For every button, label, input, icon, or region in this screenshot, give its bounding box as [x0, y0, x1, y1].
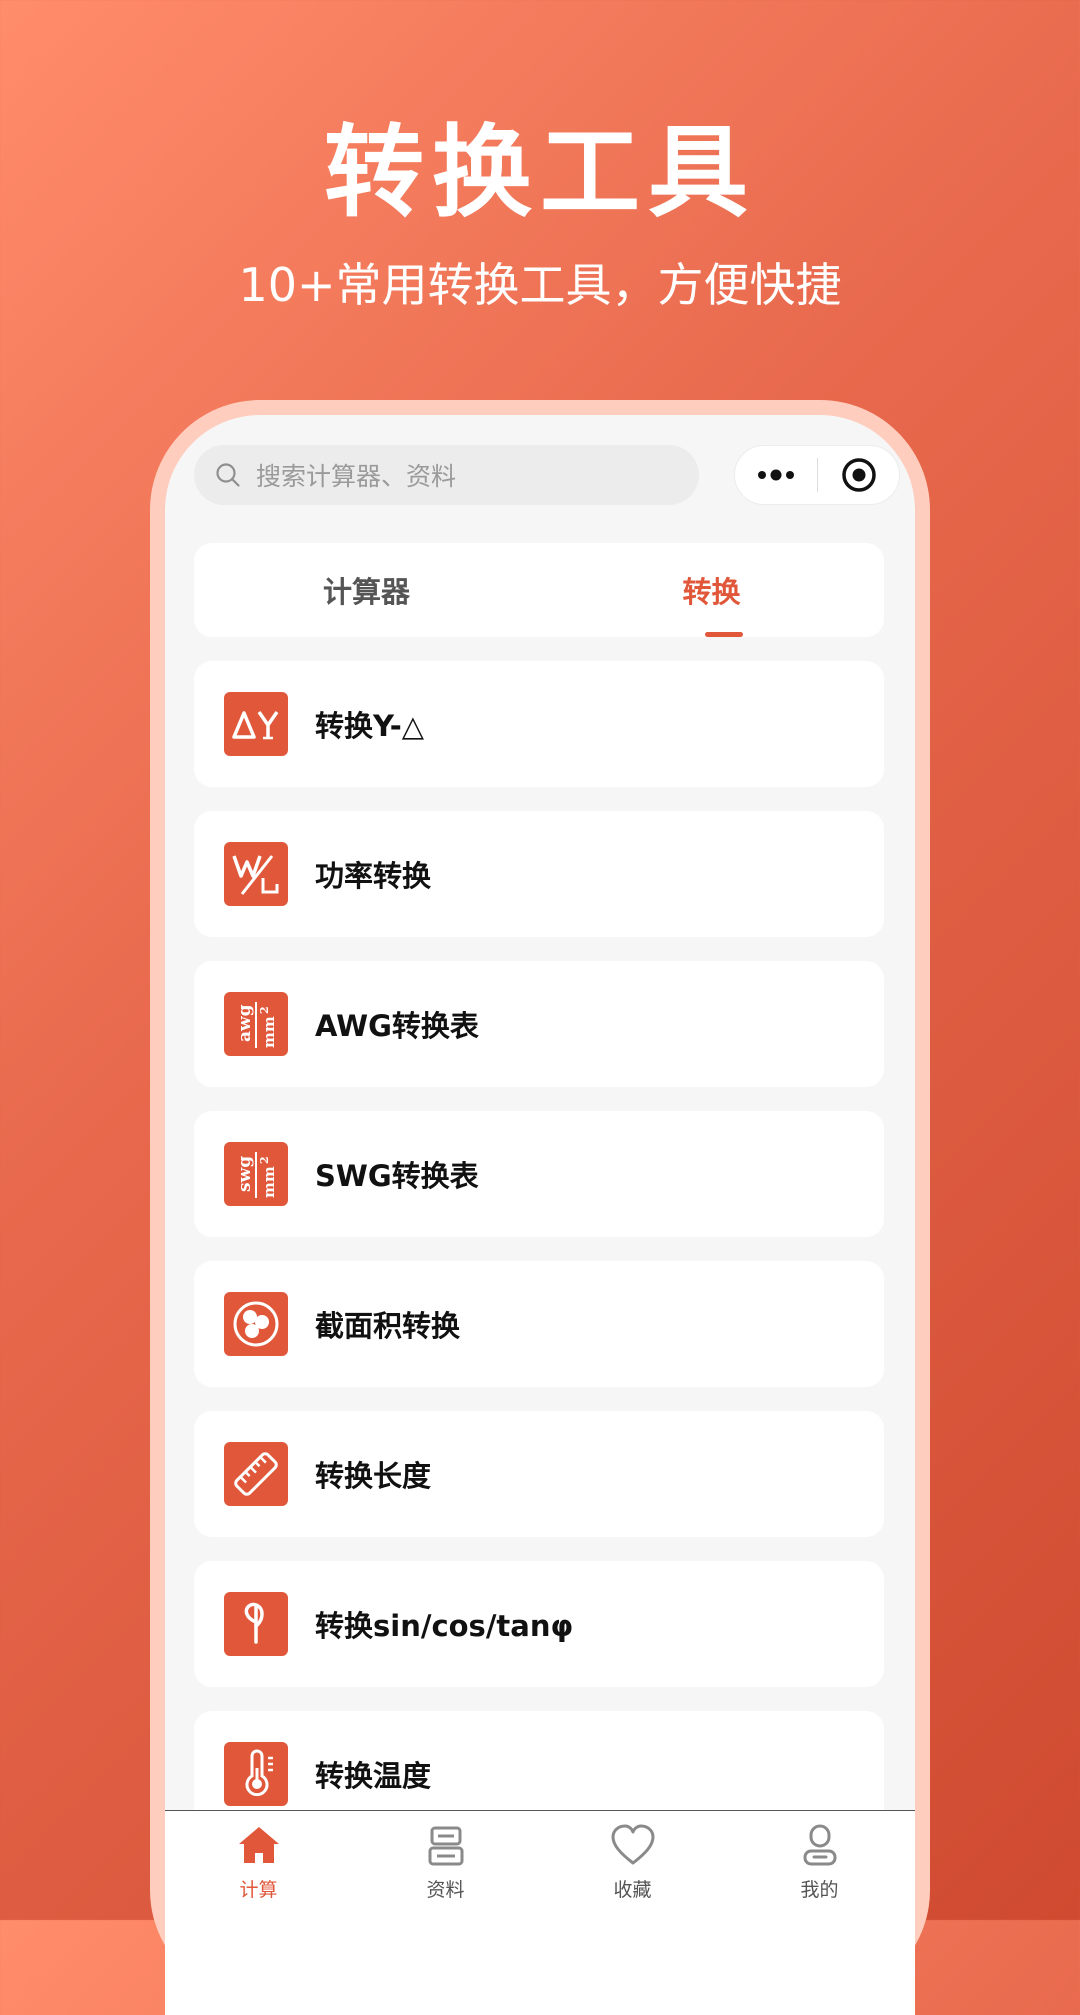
converter-list: 转换Y-△ 功率转换 awg mm 2 AWG转换表 swg mm 2 SWG转…: [194, 661, 884, 1861]
svg-text:swg: swg: [235, 1156, 255, 1192]
tab-active-indicator: [705, 632, 743, 637]
list-item-awg[interactable]: awg mm 2 AWG转换表: [194, 961, 884, 1087]
bottom-nav: 计算 资料 收藏 我的: [165, 1810, 915, 2015]
nav-label: 资料: [426, 1879, 465, 1901]
power-icon: [224, 842, 288, 906]
swg-icon: swg mm 2: [224, 1142, 288, 1206]
item-label: 截面积转换: [315, 1309, 461, 1343]
list-item-length[interactable]: 转换长度: [194, 1411, 884, 1537]
list-item-swg[interactable]: swg mm 2 SWG转换表: [194, 1111, 884, 1237]
tab-convert[interactable]: 转换: [539, 543, 884, 637]
close-button[interactable]: [818, 446, 899, 504]
thermometer-icon: [224, 1742, 288, 1806]
phone-frame: 搜索计算器、资料 计算器 转换 转换Y-△ 功率转换 awg mm 2 AWG转…: [150, 400, 930, 2015]
phi-icon: [224, 1592, 288, 1656]
user-icon: [803, 1824, 836, 1866]
tab-calculator[interactable]: 计算器: [194, 543, 539, 637]
nav-item-mine[interactable]: 我的: [726, 1823, 913, 1902]
list-item-power[interactable]: 功率转换: [194, 811, 884, 937]
awg-icon: awg mm 2: [224, 992, 288, 1056]
list-item-trig[interactable]: 转换sin/cos/tanφ: [194, 1561, 884, 1687]
svg-text:awg: awg: [235, 1004, 255, 1042]
item-label: 功率转换: [315, 859, 432, 893]
item-label: 转换Y-△: [315, 709, 425, 743]
item-label: 转换长度: [315, 1459, 432, 1493]
phone-screen: 搜索计算器、资料 计算器 转换 转换Y-△ 功率转换 awg mm 2 AWG转…: [165, 415, 915, 2015]
search-input[interactable]: 搜索计算器、资料: [194, 445, 699, 505]
nav-label: 计算: [239, 1879, 278, 1901]
svg-text:2: 2: [258, 1156, 271, 1164]
list-item-delta-y[interactable]: 转换Y-△: [194, 661, 884, 787]
documents-icon: [428, 1826, 463, 1866]
svg-text:mm: mm: [260, 1016, 278, 1048]
nav-label: 收藏: [613, 1879, 652, 1901]
item-label: AWG转换表: [315, 1009, 479, 1043]
list-item-cross-section[interactable]: 截面积转换: [194, 1261, 884, 1387]
search-icon: [216, 463, 240, 487]
target-icon: [841, 458, 876, 492]
tab-bar: 计算器 转换: [194, 543, 884, 637]
mini-program-capsule: [734, 445, 900, 505]
promo-title: 转换工具: [324, 114, 756, 231]
home-icon: [238, 1827, 279, 1863]
promo-subtitle: 10+常用转换工具，方便快捷: [238, 258, 842, 312]
delta-y-icon: [224, 692, 288, 756]
svg-text:2: 2: [258, 1006, 271, 1014]
more-button[interactable]: [735, 446, 817, 504]
nav-label: 我的: [800, 1879, 839, 1901]
item-label: 转换sin/cos/tanφ: [315, 1609, 574, 1643]
search-placeholder: 搜索计算器、资料: [256, 462, 457, 491]
nav-item-favorites[interactable]: 收藏: [539, 1823, 726, 1902]
item-label: SWG转换表: [315, 1159, 479, 1193]
nav-item-calculate[interactable]: 计算: [165, 1823, 352, 1902]
cross-section-icon: [224, 1292, 288, 1356]
more-icon: [758, 469, 794, 481]
nav-item-documents[interactable]: 资料: [352, 1823, 539, 1902]
ruler-icon: [224, 1442, 288, 1506]
heart-icon: [611, 1824, 654, 1865]
svg-text:mm: mm: [260, 1166, 278, 1198]
